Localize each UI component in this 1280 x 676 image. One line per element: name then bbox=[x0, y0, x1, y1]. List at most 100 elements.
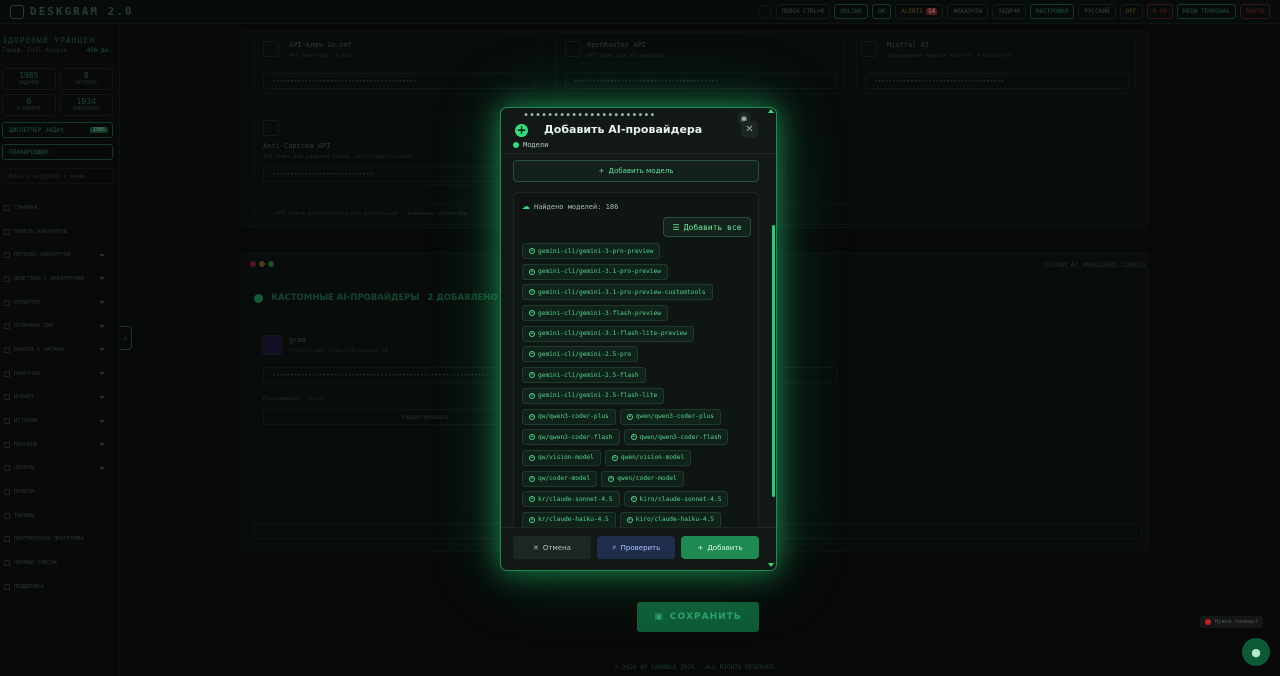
model-pill-label: kiro/claude-haiku-4.5 bbox=[635, 516, 715, 524]
footer-text: © 2026 BY FARMBLR 2026 · ALL RIGHTS RESE… bbox=[615, 664, 774, 671]
plus-circle-icon: + bbox=[515, 123, 528, 137]
model-pill[interactable]: + gemini-cli/gemini-3-flash-preview bbox=[522, 305, 668, 322]
model-pill-label: kr/claude-haiku-4.5 bbox=[538, 516, 609, 524]
found-models-count: Найдено моделей: 186 bbox=[534, 202, 619, 211]
model-pill[interactable]: + qwen/vision-model bbox=[604, 449, 692, 466]
models-section-label: Модели bbox=[523, 141, 549, 149]
plus-icon: + bbox=[697, 543, 704, 552]
plus-circle-icon: + bbox=[630, 496, 637, 503]
alert-dot-icon bbox=[1205, 619, 1211, 625]
plus-circle-icon: + bbox=[529, 310, 535, 317]
model-pill-label: gemini-cli/gemini-3.1-pro-preview-custom… bbox=[538, 288, 706, 296]
close-button[interactable]: ✕ bbox=[741, 121, 758, 138]
plus-circle-icon: + bbox=[529, 392, 535, 399]
plus-circle-icon: + bbox=[611, 454, 618, 461]
model-pill[interactable]: + qw/qwen3-coder-plus bbox=[522, 408, 616, 425]
model-pill[interactable]: + gemini-cli/gemini-2.5-pro bbox=[522, 346, 639, 363]
modal-footer: ✕ Отмена ⚡ Проверить + Добавить bbox=[501, 527, 776, 570]
lightning-icon: ⚡ bbox=[611, 543, 617, 552]
model-pill[interactable]: + gemini-cli/gemini-2.5-flash bbox=[522, 367, 646, 384]
help-tooltip: Нужна помощь? bbox=[1200, 616, 1264, 628]
model-pill[interactable]: + gemini-cli/gemini-3.1-flash-lite-previe… bbox=[522, 325, 695, 342]
cancel-button[interactable]: ✕ Отмена bbox=[513, 536, 591, 559]
model-pill-label: qwen/qwen3-coder-plus bbox=[635, 413, 715, 420]
add-model-label: Добавить модель bbox=[608, 167, 674, 175]
model-pill[interactable]: + qw/qwen3-coder-flash bbox=[522, 429, 620, 446]
check-button[interactable]: ⚡ Проверить bbox=[597, 536, 675, 559]
plus-circle-icon: + bbox=[529, 248, 535, 254]
model-pill-label: kiro/claude-sonnet-4.5 bbox=[639, 495, 722, 503]
model-pill[interactable]: + gemini-cli/gemini-3.1-pro-preview bbox=[522, 263, 668, 280]
model-pill[interactable]: + qwen/qwen3-coder-flash bbox=[623, 429, 729, 446]
plus-circle-icon: + bbox=[529, 372, 535, 379]
plus-circle-icon: + bbox=[529, 434, 535, 441]
plus-icon: + bbox=[598, 167, 605, 175]
modal-title: Добавить AI-провайдера bbox=[544, 123, 703, 136]
model-pill-label: gemini-cli/gemini-3.1-pro-preview bbox=[538, 268, 661, 276]
model-pill[interactable]: + kiro/claude-sonnet-4.5 bbox=[623, 491, 729, 508]
plus-circle-icon: + bbox=[529, 351, 535, 358]
model-pill[interactable]: + gemini-cli/gemini-2.5-flash-lite bbox=[522, 387, 665, 404]
add-provider-modal: •••••••••••••••••••••• ◉ + Добавить AI-п… bbox=[500, 107, 777, 571]
close-icon: ✕ bbox=[745, 124, 754, 135]
x-icon: ✕ bbox=[533, 543, 539, 552]
plus-circle-icon: + bbox=[529, 475, 535, 482]
model-pill-label: gemini-cli/gemini-2.5-pro bbox=[538, 350, 632, 358]
model-pill[interactable]: + gemini-cli/gemini-3.1-pro-preview-custo… bbox=[522, 284, 713, 301]
plus-circle-icon: + bbox=[626, 413, 633, 420]
section-dot-icon bbox=[513, 142, 519, 148]
add-all-label: Добавить все bbox=[683, 222, 742, 232]
list-icon: ☰ bbox=[672, 222, 680, 232]
check-label: Проверить bbox=[620, 543, 661, 552]
model-pill-label: qwen/qwen3-coder-flash bbox=[639, 433, 722, 441]
model-pill[interactable]: + kr/claude-sonnet-4.5 bbox=[522, 491, 620, 508]
help-tip-text: Нужна помощь? bbox=[1215, 619, 1259, 625]
masked-key-text: •••••••••••••••••••••• bbox=[523, 110, 656, 121]
model-pill-list: + gemini-cli/gemini-3-pro-preview + gemini-… bbox=[522, 243, 754, 528]
chat-bubble-icon: ● bbox=[1251, 645, 1261, 659]
model-pill-label: qw/vision-model bbox=[538, 454, 594, 462]
modal-header: •••••••••••••••••••••• ◉ + Добавить AI-п… bbox=[501, 108, 776, 154]
model-pill-label: gemini-cli/gemini-3.1-flash-lite-preview bbox=[538, 330, 688, 338]
save-icon: ▣ bbox=[654, 612, 664, 622]
model-pill[interactable]: + qwen/coder-model bbox=[601, 470, 684, 487]
model-pill-label: qw/qwen3-coder-flash bbox=[538, 433, 613, 441]
model-pill-label: gemini-cli/gemini-3-flash-preview bbox=[538, 309, 661, 317]
chat-button[interactable]: ● bbox=[1242, 638, 1270, 666]
model-pill[interactable]: + kiro/claude-haiku-4.5 bbox=[619, 511, 722, 528]
model-pill-label: qwen/vision-model bbox=[620, 454, 685, 462]
plus-circle-icon: + bbox=[529, 289, 535, 296]
add-all-button[interactable]: ☰ Добавить все bbox=[663, 217, 751, 237]
model-pill[interactable]: + gemini-cli/gemini-3-pro-preview bbox=[522, 243, 661, 259]
plus-circle-icon: + bbox=[529, 330, 535, 337]
models-section-header: Модели bbox=[513, 141, 548, 149]
model-pill-label: qwen/coder-model bbox=[617, 475, 677, 483]
save-button[interactable]: ▣ СОХРАНИТЬ bbox=[637, 602, 759, 632]
modal-scrollbar[interactable] bbox=[772, 225, 775, 497]
model-pill-label: gemini-cli/gemini-2.5-flash-lite bbox=[538, 392, 658, 400]
plus-circle-icon: + bbox=[529, 496, 535, 503]
plus-circle-icon: + bbox=[529, 516, 535, 523]
model-pill[interactable]: + qw/coder-model bbox=[522, 470, 598, 487]
add-model-button[interactable]: + Добавить модель bbox=[513, 160, 759, 182]
model-pill-label: kr/claude-sonnet-4.5 bbox=[538, 495, 613, 503]
plus-circle-icon: + bbox=[529, 413, 535, 420]
plus-circle-icon: + bbox=[529, 454, 535, 461]
cloud-download-icon: ☁ bbox=[522, 202, 530, 211]
scroll-down-icon[interactable] bbox=[768, 563, 774, 567]
found-models-panel: ☁ Найдено моделей: 186 ☰ Добавить все + gem… bbox=[513, 192, 759, 532]
model-pill-label: qw/coder-model bbox=[538, 475, 591, 483]
save-label: СОХРАНИТЬ bbox=[669, 612, 742, 622]
model-pill-label: gemini-cli/gemini-3-pro-preview bbox=[538, 247, 654, 255]
model-pill[interactable]: + kr/claude-haiku-4.5 bbox=[522, 511, 616, 528]
plus-circle-icon: + bbox=[608, 475, 615, 482]
model-pill-label: gemini-cli/gemini-2.5-flash bbox=[538, 371, 639, 379]
found-models-header: ☁ Найдено моделей: 186 bbox=[522, 202, 618, 211]
model-pill[interactable]: + qw/vision-model bbox=[522, 449, 601, 466]
cancel-label: Отмена bbox=[542, 543, 571, 552]
add-button[interactable]: + Добавить bbox=[681, 536, 759, 559]
model-pill[interactable]: + qwen/qwen3-coder-plus bbox=[619, 408, 722, 425]
model-pill-label: qw/qwen3-coder-plus bbox=[538, 413, 609, 420]
plus-circle-icon: + bbox=[529, 268, 535, 275]
plus-circle-icon: + bbox=[630, 434, 637, 441]
